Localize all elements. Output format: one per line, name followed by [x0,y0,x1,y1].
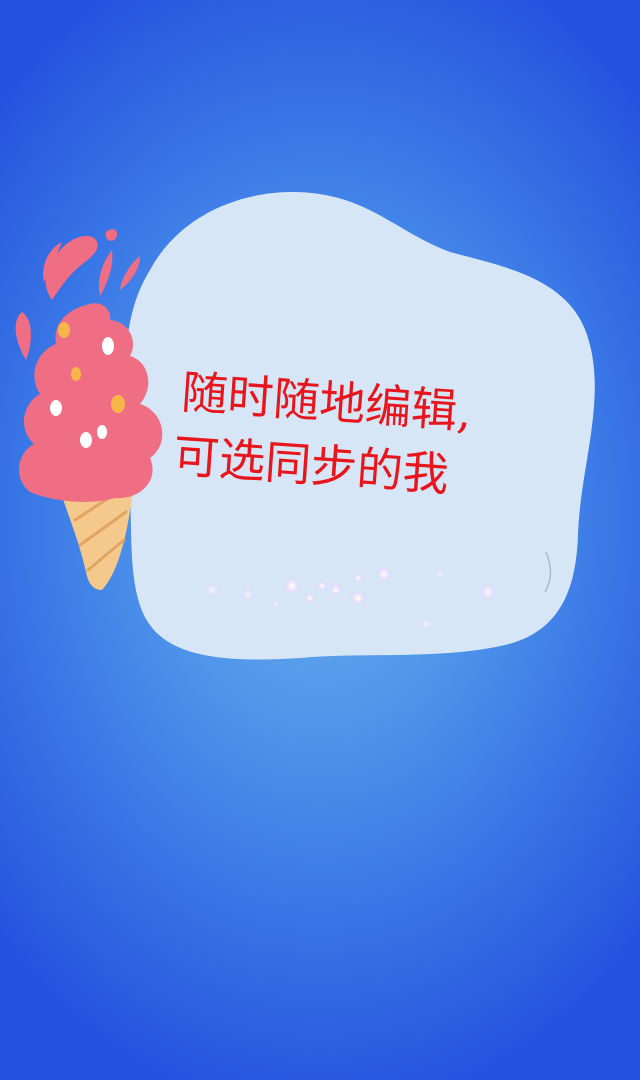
splash-illustration [15,192,595,660]
splash-screen: 随时随地编辑, 可选同步的我 [0,0,640,1080]
slogan-text: 随时随地编辑, 可选同步的我 [171,360,563,514]
